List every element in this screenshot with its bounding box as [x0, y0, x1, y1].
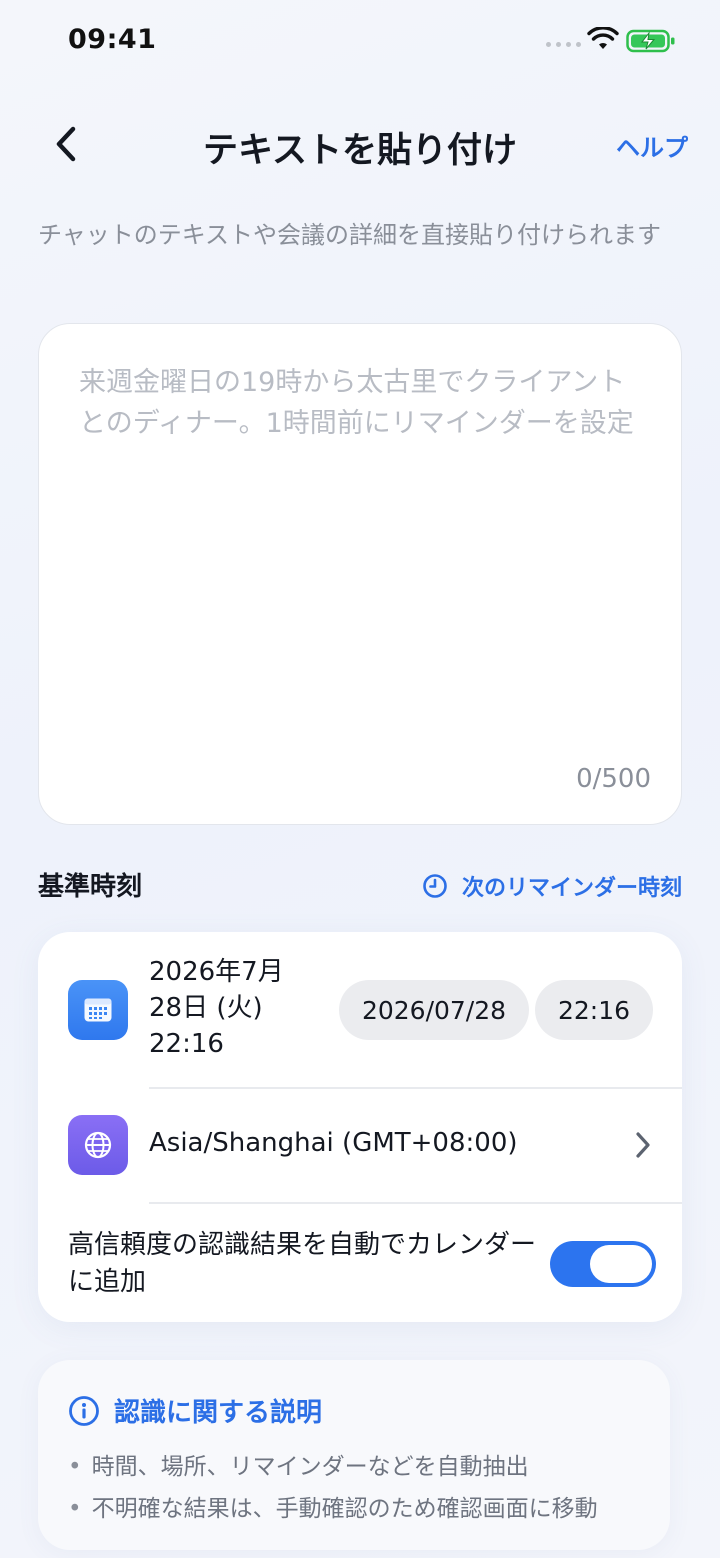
auto-add-row: 高信頼度の認識結果を自動でカレンダーに追加 [38, 1203, 682, 1322]
toggle-knob [590, 1245, 652, 1283]
calendar-icon [68, 980, 128, 1040]
list-item: • 不明確な結果は、手動確認のため確認画面に移動 [68, 1488, 598, 1530]
help-button[interactable]: ヘルプ [616, 128, 688, 163]
recognition-info-card: 認識に関する説明 • 時間、場所、リマインダーなどを自動抽出 • 不明確な結果は、手… [38, 1360, 670, 1550]
page-title: テキストを貼り付け [203, 131, 517, 171]
datetime-line: 2026年7月 [149, 957, 284, 987]
battery-charging-icon [626, 29, 675, 53]
clock-icon [423, 874, 447, 898]
time-picker-button[interactable]: 22:16 [535, 980, 653, 1040]
reference-time-card: 2026年7月 28日 (火) 22:16 2026/07/28 22:16 A… [38, 932, 682, 1322]
page-subtitle: チャットのテキストや会議の詳細を直接貼り付けられます [38, 221, 662, 249]
timezone-row[interactable]: Asia/Shanghai (GMT+08:00) [38, 1088, 682, 1202]
list-item: • 時間、場所、リマインダーなどを自動抽出 [68, 1446, 598, 1488]
auto-add-toggle[interactable] [550, 1241, 656, 1287]
navigation-bar: テキストを貼り付け ヘルプ [0, 110, 720, 180]
reference-datetime-label: 2026年7月 28日 (火) 22:16 [149, 954, 339, 1062]
next-reminder-time-button[interactable]: 次のリマインダー時刻 [422, 870, 682, 902]
cellular-signal-icon [546, 42, 581, 47]
paste-text-card: 0/500 [38, 323, 682, 825]
section-title: 基準時刻 [38, 872, 143, 902]
date-picker-button[interactable]: 2026/07/28 [339, 980, 529, 1040]
character-counter: 0/500 [576, 764, 651, 794]
globe-icon [68, 1115, 128, 1175]
datetime-line: 28日 (火) [149, 993, 263, 1023]
status-time: 09:41 [68, 24, 157, 55]
info-list: • 時間、場所、リマインダーなどを自動抽出 • 不明確な結果は、手動確認のため確認画… [68, 1446, 598, 1530]
wifi-icon [587, 27, 619, 49]
timezone-value: Asia/Shanghai (GMT+08:00) [149, 1128, 518, 1158]
datetime-line: 22:16 [149, 1029, 224, 1059]
datetime-row: 2026年7月 28日 (火) 22:16 2026/07/28 22:16 [38, 932, 682, 1087]
list-item-text: 不明確な結果は、手動確認のため確認画面に移動 [91, 1496, 598, 1522]
info-icon [69, 1395, 99, 1426]
status-bar: 09:41 [0, 0, 720, 84]
list-item-text: 時間、場所、リマインダーなどを自動抽出 [91, 1454, 529, 1480]
paste-text-input[interactable] [79, 362, 649, 762]
reference-time-header: 基準時刻 次のリマインダー時刻 [38, 866, 682, 906]
chevron-right-icon [636, 1132, 650, 1158]
info-title: 認識に関する説明 [114, 1398, 323, 1428]
next-reminder-label: 次のリマインダー時刻 [461, 876, 682, 901]
info-header: 認識に関する説明 [68, 1392, 322, 1429]
auto-add-label: 高信頼度の認識結果を自動でカレンダーに追加 [68, 1230, 537, 1297]
